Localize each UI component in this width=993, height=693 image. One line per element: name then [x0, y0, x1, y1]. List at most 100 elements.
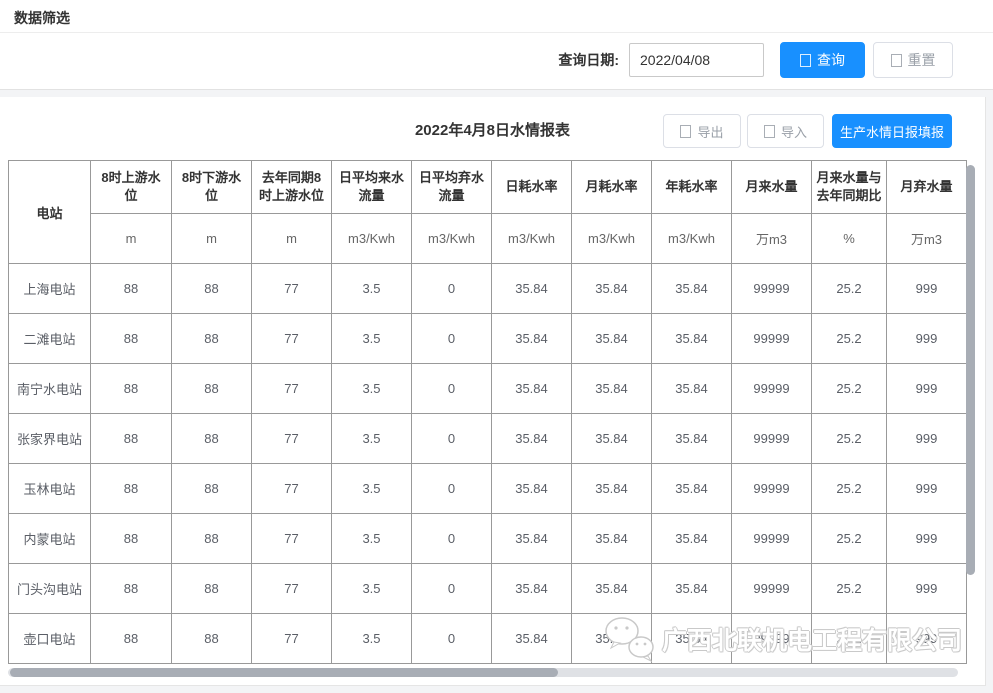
cell-value: 35.84 [652, 564, 732, 614]
reset-button[interactable]: 重置 [873, 42, 953, 78]
cell-value: 88 [91, 514, 172, 564]
table-unit-row: mmmm3/Kwhm3/Kwhm3/Kwhm3/Kwhm3/Kwh万m3%万m3 [9, 214, 967, 264]
column-unit: 万m3 [732, 214, 812, 264]
vertical-scrollbar-thumb[interactable] [966, 165, 975, 575]
cell-value: 35.84 [572, 514, 652, 564]
column-unit: 万m3 [887, 214, 967, 264]
column-unit: % [812, 214, 887, 264]
station-name: 南宁水电站 [9, 364, 91, 414]
export-icon [680, 125, 691, 138]
search-button[interactable]: 查询 [780, 42, 865, 78]
cell-value: 3.5 [332, 314, 412, 364]
station-name: 玉林电站 [9, 464, 91, 514]
column-header: 去年同期8时上游水位 [252, 161, 332, 214]
station-name: 壶口电站 [9, 614, 91, 664]
cell-value: 99999 [732, 564, 812, 614]
cell-value: 35.84 [652, 314, 732, 364]
cell-value: 77 [252, 314, 332, 364]
filter-controls: 查询日期: 查询 重置 [558, 42, 953, 78]
import-button-label: 导入 [781, 122, 807, 141]
column-header: 日平均来水流量 [332, 161, 412, 214]
column-unit: m3/Kwh [412, 214, 492, 264]
cell-value: 88 [91, 264, 172, 314]
cell-value: 999 [887, 464, 967, 514]
filter-panel-title: 数据筛选 [14, 8, 70, 28]
column-header: 月耗水率 [572, 161, 652, 214]
cell-value: 88 [172, 614, 252, 664]
column-unit: m [172, 214, 252, 264]
cell-value: 0 [412, 314, 492, 364]
cell-value: 99999 [732, 264, 812, 314]
cell-value: 99999 [732, 364, 812, 414]
import-button[interactable]: 导入 [747, 114, 824, 148]
filter-panel: 数据筛选 查询日期: 查询 重置 [0, 0, 993, 90]
cell-value: 99999 [732, 514, 812, 564]
cell-value: 35.84 [572, 614, 652, 664]
cell-value: 999 [887, 414, 967, 464]
cell-value: 25.2 [812, 364, 887, 414]
cell-value: 35.84 [572, 564, 652, 614]
cell-value: 0 [412, 564, 492, 614]
cell-value: 25.2 [812, 414, 887, 464]
cell-value: 0 [412, 414, 492, 464]
query-date-input[interactable] [629, 43, 764, 77]
cell-value: 25.2 [812, 614, 887, 664]
cell-value: 88 [91, 614, 172, 664]
cell-value: 3.5 [332, 364, 412, 414]
cell-value: 35.84 [572, 364, 652, 414]
column-header: 月弃水量 [887, 161, 967, 214]
horizontal-scrollbar-track[interactable] [8, 668, 958, 677]
cell-value: 35.84 [652, 364, 732, 414]
table-row: 玉林电站8888773.5035.8435.8435.849999925.299… [9, 464, 967, 514]
cell-value: 35.84 [652, 614, 732, 664]
daily-report-fill-button[interactable]: 生产水情日报填报 [832, 114, 952, 148]
daily-report-fill-label: 生产水情日报填报 [840, 122, 944, 141]
cell-value: 999 [887, 364, 967, 414]
cell-value: 25.2 [812, 464, 887, 514]
cell-value: 99999 [732, 614, 812, 664]
cell-value: 35.84 [572, 464, 652, 514]
table-row: 上海电站8888773.5035.8435.8435.849999925.299… [9, 264, 967, 314]
cell-value: 25.2 [812, 314, 887, 364]
cell-value: 25.2 [812, 564, 887, 614]
report-table-wrap: 电站 8时上游水位8时下游水位去年同期8时上游水位日平均来水流量日平均弃水流量日… [8, 160, 967, 664]
import-icon [764, 125, 775, 138]
cell-value: 88 [172, 314, 252, 364]
cell-value: 3.5 [332, 614, 412, 664]
column-unit: m3/Kwh [572, 214, 652, 264]
station-name: 上海电站 [9, 264, 91, 314]
table-row: 张家界电站8888773.5035.8435.8435.849999925.29… [9, 414, 967, 464]
cell-value: 35.84 [652, 514, 732, 564]
cell-value: 88 [172, 564, 252, 614]
cell-value: 0 [412, 464, 492, 514]
cell-value: 99999 [732, 464, 812, 514]
cell-value: 35.84 [572, 414, 652, 464]
cell-value: 88 [91, 414, 172, 464]
cell-value: 88 [172, 364, 252, 414]
export-button[interactable]: 导出 [663, 114, 741, 148]
report-table: 电站 8时上游水位8时下游水位去年同期8时上游水位日平均来水流量日平均弃水流量日… [8, 160, 967, 664]
station-column-header: 电站 [9, 161, 91, 264]
cell-value: 35.84 [572, 264, 652, 314]
cell-value: 999 [887, 314, 967, 364]
cell-value: 25.2 [812, 264, 887, 314]
cell-value: 0 [412, 614, 492, 664]
cell-value: 35.84 [652, 414, 732, 464]
table-row: 壶口电站8888773.5035.8435.8435.849999925.299… [9, 614, 967, 664]
report-buttons: 导出 导入 生产水情日报填报 [663, 114, 952, 148]
reset-icon [891, 54, 902, 67]
column-header: 日平均弃水流量 [412, 161, 492, 214]
cell-value: 77 [252, 464, 332, 514]
cell-value: 3.5 [332, 464, 412, 514]
cell-value: 88 [91, 464, 172, 514]
station-name: 二滩电站 [9, 314, 91, 364]
cell-value: 35.84 [572, 314, 652, 364]
cell-value: 35.84 [492, 564, 572, 614]
filter-divider [0, 32, 993, 33]
column-header: 月来水量 [732, 161, 812, 214]
cell-value: 88 [172, 464, 252, 514]
column-header: 月来水量与去年同期比 [812, 161, 887, 214]
column-unit: m [252, 214, 332, 264]
horizontal-scrollbar-thumb[interactable] [10, 668, 558, 677]
column-header: 日耗水率 [492, 161, 572, 214]
